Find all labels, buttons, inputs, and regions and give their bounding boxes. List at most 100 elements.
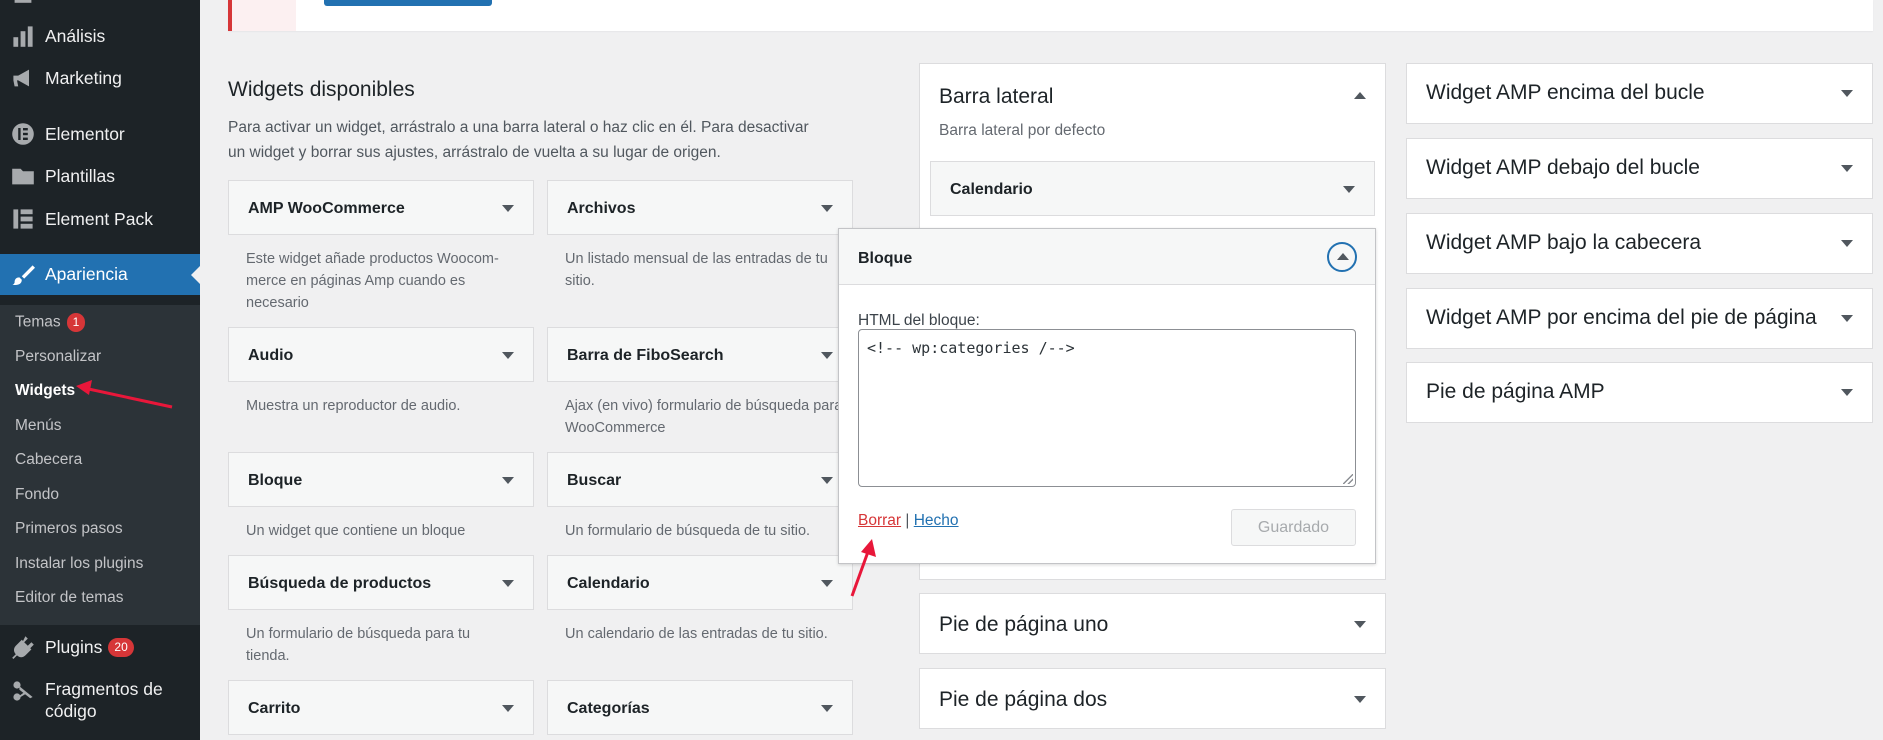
widget-archivos[interactable]: Archivos: [547, 180, 853, 235]
chevron-down-icon: [502, 352, 514, 359]
sidebar-area-amp-encima-bucle[interactable]: Widget AMP encima del bucle: [1406, 63, 1873, 124]
sidebar-area-amp-debajo-bucle[interactable]: Widget AMP debajo del bucle: [1406, 138, 1873, 199]
widget-actions: Borrar | Hecho: [858, 512, 959, 530]
widget-description: Este widget añade productos Woocom-merce…: [246, 251, 499, 311]
appearance-submenu: Temas 1 Personalizar Widgets Menús Cabece…: [0, 305, 200, 625]
sidebar-area-pie-uno[interactable]: Pie de página uno: [919, 593, 1386, 654]
menu-label: Plantillas: [45, 165, 116, 186]
chevron-down-icon: [502, 705, 514, 712]
chevron-down-icon: [1841, 240, 1853, 247]
chevron-down-icon: [1841, 389, 1853, 396]
submenu-item-fondo[interactable]: Fondo: [15, 486, 59, 504]
available-widgets-description: Para activar un widget, arrástralo a una…: [228, 119, 809, 161]
menu-item-dashboard-partial[interactable]: [0, 0, 200, 14]
widget-description: Muestra un reproductor de audio.: [246, 398, 461, 414]
sidebar-area-title[interactable]: Barra lateral: [939, 85, 1053, 109]
current-menu-notch: [191, 266, 200, 284]
widget-description: Un formulario de búsqueda para tu tienda…: [246, 626, 471, 664]
bloque-widget-editor: Bloque HTML del bloque: <!-- wp:categori…: [838, 228, 1376, 564]
sidebar-area-title: Pie de página uno: [939, 613, 1109, 636]
placed-widget-calendario[interactable]: Calendario: [930, 161, 1375, 216]
widget-amp-woocommerce[interactable]: AMP WooCommerce: [228, 180, 534, 235]
menu-item-elementor[interactable]: Elementor: [0, 120, 200, 148]
menu-item-analisis[interactable]: Análisis: [0, 22, 200, 50]
submenu-item-instalar-plugins[interactable]: Instalar los plugins: [15, 555, 143, 573]
widget-description: Un formulario de búsqueda de tu sitio.: [565, 523, 811, 539]
html-block-textarea[interactable]: <!-- wp:categories /-->: [858, 329, 1356, 487]
menu-item-plugins[interactable]: Plugins 20: [0, 633, 200, 661]
update-count-badge: 1: [66, 313, 86, 332]
chevron-down-icon: [821, 205, 833, 212]
widget-barra-fibosearch[interactable]: Barra de FiboSearch: [547, 327, 853, 382]
chevron-up-icon: [1337, 253, 1349, 260]
widget-audio[interactable]: Audio: [228, 327, 534, 382]
chevron-down-icon: [821, 580, 833, 587]
sidebar-area-title: Widget AMP por encima del pie de página: [1426, 306, 1817, 329]
menu-label: Marketing: [45, 67, 122, 88]
submenu-item-widgets[interactable]: Widgets: [15, 382, 75, 400]
submenu-item-editor-temas[interactable]: Editor de temas: [15, 589, 124, 607]
menu-item-marketing[interactable]: Marketing: [0, 64, 200, 92]
menu-item-plantillas[interactable]: Plantillas: [0, 162, 200, 190]
admin-sidebar: Análisis Marketing Elementor Plantillas …: [0, 0, 200, 740]
scissors-icon: [10, 678, 36, 704]
admin-notice: [228, 0, 1873, 31]
menu-label: Fragmentos de código: [45, 679, 163, 721]
chevron-down-icon: [502, 477, 514, 484]
submenu-item-primeros-pasos[interactable]: Primeros pasos: [15, 520, 123, 538]
collapse-toggle-button[interactable]: [1327, 242, 1357, 272]
chevron-down-icon: [1841, 315, 1853, 322]
menu-item-apariencia[interactable]: Apariencia: [0, 254, 200, 295]
save-button[interactable]: Guardado: [1231, 509, 1356, 546]
menu-label: Elementor: [45, 123, 125, 144]
delete-link[interactable]: Borrar: [858, 512, 901, 529]
bloque-widget-title: Bloque: [858, 250, 913, 267]
widget-description: Un listado mensual de las entradas de tu…: [565, 251, 828, 289]
sidebar-area-amp-pie[interactable]: Pie de página AMP: [1406, 362, 1873, 423]
widget-categorias[interactable]: Categorías: [547, 680, 853, 735]
menu-item-element-pack[interactable]: Element Pack: [0, 205, 200, 233]
chevron-down-icon: [1841, 165, 1853, 172]
submenu-item-personalizar[interactable]: Personalizar: [15, 348, 101, 366]
widget-buscar[interactable]: Buscar: [547, 452, 853, 507]
widget-bloque[interactable]: Bloque: [228, 452, 534, 507]
chevron-down-icon: [821, 477, 833, 484]
chevron-down-icon: [1343, 186, 1355, 193]
chevron-up-icon[interactable]: [1354, 92, 1366, 99]
widget-busqueda-productos[interactable]: Búsqueda de productos: [228, 555, 534, 610]
link-separator: |: [905, 512, 910, 529]
sidebar-area-amp-bajo-cabecera[interactable]: Widget AMP bajo la cabecera: [1406, 213, 1873, 274]
sidebar-area-amp-encima-pie[interactable]: Widget AMP por encima del pie de página: [1406, 288, 1873, 349]
widget-description: Ajax (en vivo) formulario de búsqueda pa…: [565, 398, 843, 436]
resize-grip-icon[interactable]: [1343, 474, 1353, 484]
notice-button[interactable]: [324, 0, 492, 6]
submenu-item-temas[interactable]: Temas 1: [15, 313, 86, 332]
chevron-down-icon: [821, 352, 833, 359]
sidebar-area-description: Barra lateral por defecto: [939, 122, 1106, 139]
chevron-down-icon: [821, 705, 833, 712]
widget-carrito[interactable]: Carrito: [228, 680, 534, 735]
sidebar-area-title: Widget AMP bajo la cabecera: [1426, 231, 1702, 254]
plug-icon: [10, 634, 36, 660]
plugins-update-badge: 20: [108, 637, 134, 657]
megaphone-icon: [10, 65, 36, 91]
folder-icon: [10, 163, 36, 189]
submenu-item-menus[interactable]: Menús: [15, 417, 62, 435]
sidebar-area-pie-dos[interactable]: Pie de página dos: [919, 668, 1386, 729]
html-field-label: HTML del bloque:: [858, 312, 980, 329]
sidebar-area-title: Widget AMP debajo del bucle: [1426, 156, 1700, 179]
widget-calendario[interactable]: Calendario: [547, 555, 853, 610]
done-link[interactable]: Hecho: [914, 512, 959, 529]
chevron-down-icon: [1354, 621, 1366, 628]
sidebar-area-title: Pie de página AMP: [1426, 380, 1605, 403]
bloque-widget-header[interactable]: Bloque: [839, 229, 1375, 285]
elementor-icon: [10, 121, 36, 147]
menu-item-fragmentos[interactable]: Fragmentos de código: [0, 678, 200, 722]
sidebar-area-title: Pie de página dos: [939, 688, 1108, 711]
menu-label: Análisis: [45, 25, 106, 46]
bar-chart-icon: [10, 23, 36, 49]
menu-label: Plugins: [45, 636, 103, 657]
dashboard-icon: [10, 0, 36, 17]
paintbrush-icon: [10, 262, 36, 288]
submenu-item-cabecera[interactable]: Cabecera: [15, 451, 82, 469]
